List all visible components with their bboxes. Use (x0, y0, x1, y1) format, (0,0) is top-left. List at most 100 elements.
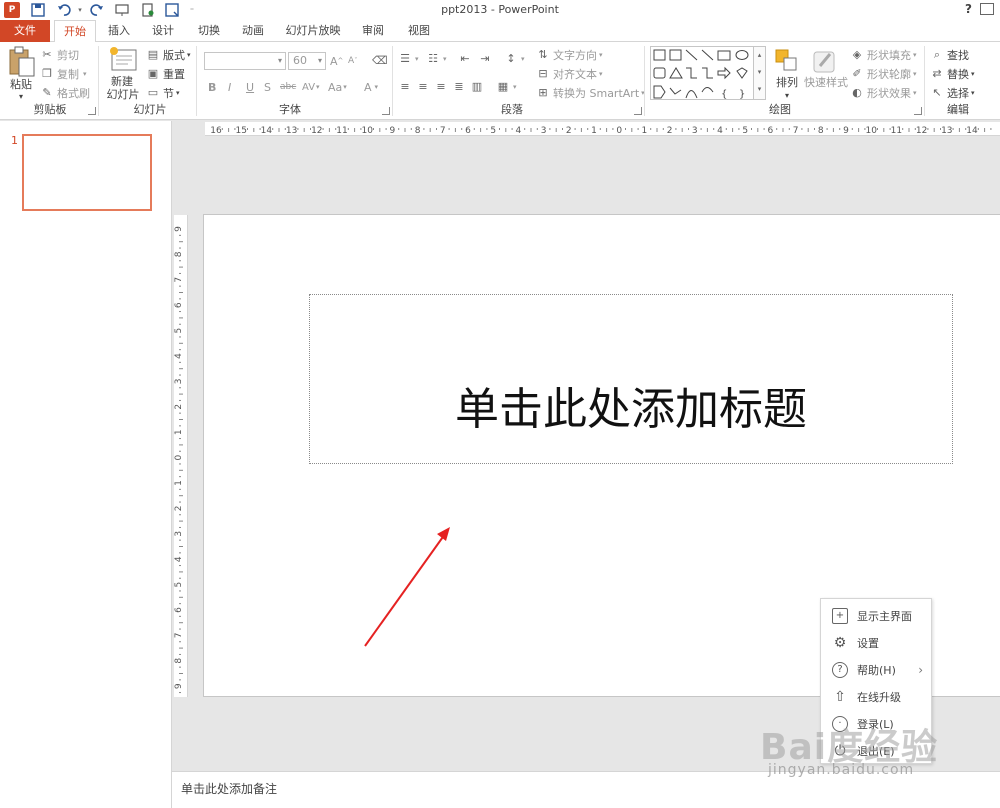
drawing-launcher-icon[interactable] (914, 107, 922, 115)
ruler-tick-mark (454, 128, 456, 132)
shadow-button[interactable]: S (264, 79, 271, 95)
change-case-button[interactable]: Aa ▾ (328, 79, 347, 95)
title-placeholder[interactable]: 单击此处添加标题 (309, 294, 953, 464)
decrease-indent-button[interactable]: ⇤ (458, 51, 475, 67)
tab-design[interactable]: 设计 (144, 20, 182, 42)
smartart-button[interactable]: ⊞ 转换为 SmartArt ▾ (536, 85, 644, 101)
justify-button[interactable]: ≣ (452, 79, 469, 95)
select-button[interactable]: ↖ 选择 ▾ (930, 85, 974, 101)
ruler-tick-label: 16 (210, 126, 222, 136)
section-button[interactable]: ▭ 节 ▾ (146, 85, 180, 101)
group-separator (924, 46, 925, 116)
increase-indent-button[interactable]: ⇥ (478, 51, 495, 67)
bold-button[interactable]: B (208, 79, 216, 95)
columns-button[interactable]: ▦ ▾ (496, 79, 517, 95)
text-direction-button[interactable]: ⇅ 文字方向 ▾ (536, 47, 602, 63)
ruler-tick-label: 6 (465, 126, 471, 136)
bullets-button[interactable]: ☰ ▾ (398, 51, 419, 67)
ruler-tick-mark (179, 526, 181, 528)
line-spacing-button[interactable]: ↕ ▾ (504, 51, 524, 67)
slide-thumbnail[interactable] (22, 134, 152, 211)
outdent-icon: ⇤ (460, 52, 470, 65)
chevron-down-icon: ▾ (443, 55, 447, 63)
italic-button[interactable]: I (228, 79, 231, 95)
tab-insert[interactable]: 插入 (100, 20, 138, 42)
font-color-button[interactable]: A ▾ (364, 79, 378, 95)
shape-fill-button[interactable]: ◈ 形状填充 ▾ (850, 47, 917, 63)
spacing-label: AV (302, 81, 316, 93)
tab-animations[interactable]: 动画 (234, 20, 272, 42)
chevron-down-icon: ▾ (415, 55, 419, 63)
tab-home[interactable]: 开始 (54, 20, 96, 43)
gear-icon: ⚙ (833, 634, 847, 651)
slides-group-label: 幻灯片 (133, 103, 167, 116)
ruler-tick-label: 8 (174, 251, 184, 257)
tab-view[interactable]: 视图 (400, 20, 438, 42)
clipboard-launcher-icon[interactable] (88, 107, 96, 115)
new-slide-label-1[interactable]: 新建 (102, 75, 142, 88)
format-painter-button[interactable]: ✎ 格式刷 (40, 85, 90, 101)
tab-review[interactable]: 审阅 (354, 20, 392, 42)
ruler-tick-label: 4 (174, 556, 184, 562)
tab-slideshow[interactable]: 幻灯片放映 (280, 20, 346, 42)
layout-button[interactable]: ▤ 版式 ▾ (146, 47, 191, 63)
chevron-down-icon: ▾ (316, 83, 320, 91)
paragraph-launcher-icon[interactable] (634, 107, 642, 115)
ruler-tick-mark (410, 128, 412, 130)
font-name-combo[interactable]: ▾ (204, 52, 286, 70)
reset-button[interactable]: ▣ 重置 (146, 66, 185, 82)
plus-box-icon: + (832, 607, 848, 624)
tab-transitions[interactable]: 切换 (190, 20, 228, 42)
cut-button[interactable]: ✂ 剪切 (40, 47, 79, 63)
ruler-tick-label: 10 (865, 126, 877, 136)
ruler-tick-mark (700, 128, 702, 130)
align-center-button[interactable]: ≡ (416, 79, 433, 95)
shrink-font-button[interactable]: Aˇ (348, 53, 358, 69)
ruler-tick-mark (505, 128, 507, 132)
section-dropdown-icon: ▾ (176, 89, 180, 97)
align-right-button[interactable]: ≡ (434, 79, 451, 95)
quick-styles-label[interactable]: 快速样式 (804, 76, 848, 89)
font-launcher-icon[interactable] (382, 107, 390, 115)
shape-outline-button[interactable]: ✐ 形状轮廓 ▾ (850, 66, 916, 82)
menu-item-help[interactable]: ? 帮助(H) › (821, 656, 931, 683)
gallery-scroll[interactable]: ▴ ▾ ▾ (754, 46, 766, 100)
underline-button[interactable]: U (246, 79, 254, 95)
ruler-tick-label: 7 (174, 277, 184, 283)
chevron-down-icon: ▾ (971, 70, 975, 78)
ruler-tick-mark (179, 285, 181, 287)
tab-file[interactable]: 文件 (0, 20, 50, 42)
menu-item-settings[interactable]: ⚙ 设置 (821, 629, 931, 656)
ruler-tick-mark (179, 628, 181, 630)
distributed-button[interactable]: ▥ (470, 79, 487, 95)
ribbon-display-options-icon[interactable] (980, 3, 994, 15)
shapes-gallery[interactable]: {} (650, 46, 754, 100)
ruler-tick-mark (631, 128, 633, 132)
replace-button[interactable]: ⇄ 替换 ▾ (930, 66, 975, 82)
new-slide-icon[interactable] (108, 46, 140, 78)
align-text-button[interactable]: ⊟ 对齐文本 ▾ (536, 66, 602, 82)
align-left-button[interactable]: ≡ (398, 79, 415, 95)
numbering-button[interactable]: ☷ ▾ (426, 51, 447, 67)
new-slide-label-2[interactable]: 幻灯片 (100, 88, 146, 101)
ruler-tick-label: 2 (566, 126, 572, 136)
ruler-tick-mark (776, 128, 778, 130)
strikethrough-button[interactable]: abc (280, 79, 296, 95)
shape-effects-button[interactable]: ◐ 形状效果 ▾ (850, 85, 916, 101)
find-button[interactable]: ⌕ 查找 (930, 47, 969, 63)
character-spacing-button[interactable]: AV ▾ (302, 79, 320, 95)
vertical-ruler[interactable]: 9 8 7 6 5 4 3 2 1 0 1 2 3 4 5 6 7 8 9 (174, 215, 188, 697)
ruler-tick-mark (984, 128, 986, 132)
menu-item-upgrade[interactable]: ⇧ 在线升级 (821, 683, 931, 710)
copy-button[interactable]: ❐ 复制 ▾ (40, 66, 86, 82)
help-icon[interactable]: ? (965, 2, 972, 16)
clear-formatting-button[interactable]: ⌫ (372, 53, 389, 69)
horizontal-ruler[interactable]: 16 15 14 13 12 11 10 9 8 7 6 5 4 3 2 1 0 1 2 3 4 5 6 7 8 9 10 11 12 1… (205, 122, 1000, 136)
menu-item-show-main[interactable]: + 显示主界面 (821, 602, 931, 629)
grow-font-button[interactable]: A ^ (330, 53, 343, 69)
ruler-tick-label: 11 (891, 126, 902, 136)
font-size-combo[interactable]: 60 ▾ (288, 52, 326, 70)
arrange-label[interactable]: 排列 (772, 76, 802, 89)
layout-icon: ▤ (147, 48, 159, 61)
paste-icon[interactable] (6, 46, 38, 78)
